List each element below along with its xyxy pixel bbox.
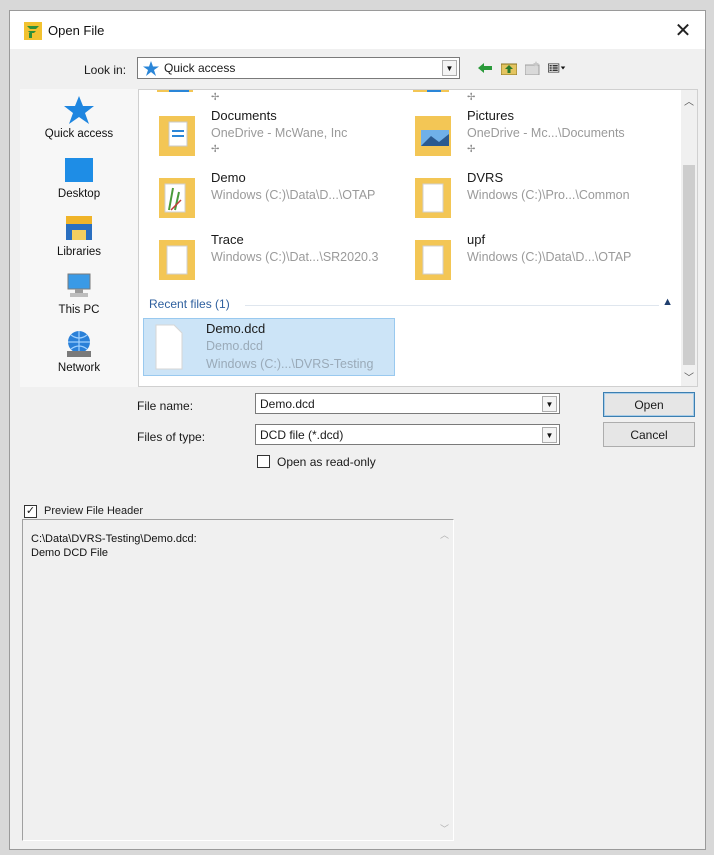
folder-name: Demo (211, 170, 246, 185)
scroll-thumb[interactable] (683, 165, 695, 365)
back-arrow-icon (478, 63, 492, 73)
window-title: Open File (48, 23, 105, 38)
place-this-pc[interactable]: This PC (20, 271, 138, 329)
recent-file-detail: Demo.dcd (206, 339, 263, 353)
scroll-down-icon[interactable]: ﹀ (681, 368, 697, 384)
preview-text-area[interactable]: C:\Data\DVRS-Testing\Demo.dcd: Demo DCD … (22, 519, 454, 841)
recent-files-group-header[interactable]: Recent files (1) ▲ (149, 296, 679, 314)
place-network[interactable]: Network (20, 329, 138, 387)
folder-name: Documents (211, 108, 277, 123)
folder-tile-upf[interactable]: upf Windows (C:)\Data\D...\OTAP (409, 232, 659, 290)
folder-icon (157, 90, 193, 92)
folder-tile-documents[interactable]: Documents OneDrive - McWane, Inc ✢ (153, 108, 403, 166)
chevron-up-icon[interactable]: ▲ (662, 296, 673, 308)
file-icon (155, 324, 183, 370)
recent-file-location: Windows (C:)...\DVRS-Testing (206, 357, 374, 371)
up-folder-button[interactable] (500, 60, 518, 76)
divider (245, 305, 659, 306)
app-icon (24, 22, 42, 40)
folder-path: Windows (C:)\Data\D...\OTAP (467, 250, 632, 264)
look-in-label: Look in: (84, 63, 127, 77)
look-in-value: Quick access (164, 61, 236, 75)
folder-icon (413, 90, 449, 92)
file-type-dropdown[interactable]: DCD file (*.dcd) ▼ (255, 424, 560, 445)
folder-tile-pictures[interactable]: Pictures OneDrive - Mc...\Documents ✢ (409, 108, 659, 166)
file-list-scrollbar[interactable]: ︿ ﹀ (681, 90, 697, 386)
pin-icon: ✢ (467, 144, 476, 155)
preview-header-checkbox[interactable]: ✓ (24, 505, 37, 518)
place-libraries[interactable]: Libraries (20, 213, 138, 271)
libraries-icon (66, 216, 92, 240)
close-button[interactable]: ✕ (661, 11, 705, 49)
nav-toolbar (476, 59, 566, 77)
file-type-value: DCD file (*.dcd) (260, 428, 344, 442)
recent-file-name: Demo.dcd (206, 321, 266, 336)
new-folder-button[interactable] (524, 60, 542, 76)
this-pc-icon (67, 273, 91, 297)
chevron-down-icon[interactable]: ▼ (442, 60, 457, 76)
scroll-down-icon[interactable]: ﹀ (436, 820, 453, 836)
place-label: Network (57, 362, 101, 374)
folder-name: upf (467, 232, 486, 247)
cancel-button[interactable]: Cancel (603, 422, 695, 447)
file-name-value: Demo.dcd (260, 397, 315, 411)
scroll-up-icon[interactable]: ︿ (436, 526, 453, 542)
pin-icon: ✢ (211, 92, 220, 103)
chevron-down-icon[interactable]: ▼ (542, 396, 557, 412)
folder-path: OneDrive - Mc...\Documents (467, 126, 625, 140)
preview-content: C:\Data\DVRS-Testing\Demo.dcd: Demo DCD … (31, 533, 197, 559)
back-button[interactable] (476, 60, 494, 76)
folder-tile-demo[interactable]: Demo Windows (C:)\Data\D...\OTAP (153, 170, 403, 228)
folder-path: Windows (C:)\Data\D...\OTAP (211, 188, 376, 202)
chevron-down-icon[interactable]: ▼ (542, 427, 557, 443)
folder-name: Pictures (467, 108, 514, 123)
folder-path: Windows (C:)\Dat...\SR2020.3 (211, 250, 379, 264)
scroll-up-icon[interactable]: ︿ (681, 92, 697, 108)
place-desktop[interactable]: Desktop (20, 155, 138, 213)
file-type-label: Files of type: (137, 430, 206, 444)
title-bar: Open File ✕ (10, 11, 705, 49)
read-only-checkbox[interactable] (257, 455, 270, 468)
folder-name: DVRS (467, 170, 504, 185)
place-label: Libraries (56, 246, 102, 258)
up-folder-icon (501, 63, 517, 75)
place-label: This PC (58, 304, 100, 316)
view-menu-icon (548, 63, 566, 73)
folder-tile-dvrs[interactable]: DVRS Windows (C:)\Pro...\Common (409, 170, 659, 228)
quick-access-star-icon (143, 61, 159, 76)
open-button[interactable]: Open (603, 392, 695, 417)
folder-icon (415, 240, 451, 280)
desktop-icon (65, 158, 93, 182)
file-name-label: File name: (137, 399, 194, 413)
folder-tile-trace[interactable]: Trace Windows (C:)\Dat...\SR2020.3 (153, 232, 403, 290)
place-quick-access[interactable]: Quick access (20, 95, 138, 153)
file-list[interactable]: ✢ ✢ Documents OneDrive - McWane, Inc ✢ P… (138, 89, 698, 387)
pictures-folder-icon (415, 116, 451, 156)
places-bar: Quick access Desktop Libraries This PC N… (20, 89, 138, 387)
network-icon (67, 331, 91, 357)
folder-icon (159, 178, 195, 218)
folder-icon (159, 240, 195, 280)
recent-file-item[interactable]: Demo.dcd Demo.dcd Windows (C:)...\DVRS-T… (143, 318, 395, 376)
open-file-dialog: Open File ✕ Look in: Quick access ▼ Quic… (9, 10, 706, 850)
folder-name: Trace (211, 232, 244, 247)
read-only-label: Open as read-only (277, 455, 376, 469)
close-icon: ✕ (674, 19, 692, 42)
preview-header-label: Preview File Header (44, 505, 144, 517)
folder-path: OneDrive - McWane, Inc (211, 126, 348, 140)
look-in-dropdown[interactable]: Quick access ▼ (137, 57, 460, 79)
file-name-input[interactable]: Demo.dcd ▼ (255, 393, 560, 414)
quick-access-star-icon (64, 96, 94, 124)
new-folder-icon (525, 61, 540, 75)
pin-icon: ✢ (467, 92, 476, 103)
view-menu-button[interactable] (548, 60, 566, 76)
folder-icon (415, 178, 451, 218)
place-label: Desktop (57, 188, 101, 200)
documents-folder-icon (159, 116, 195, 156)
place-label: Quick access (44, 128, 114, 140)
preview-scrollbar[interactable]: ︿ ﹀ (436, 520, 453, 840)
pin-icon: ✢ (211, 144, 220, 155)
recent-files-label: Recent files (1) (149, 297, 230, 311)
folder-path: Windows (C:)\Pro...\Common (467, 188, 630, 202)
